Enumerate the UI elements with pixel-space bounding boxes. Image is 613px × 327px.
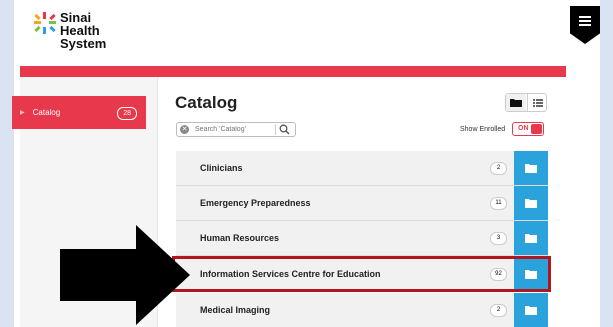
hamburger-icon	[579, 16, 591, 18]
logo-wordmark: Sinai Health System	[60, 11, 106, 50]
search-separator	[275, 124, 276, 135]
open-folder-button[interactable]	[514, 293, 548, 327]
pointer-arrow-icon	[60, 225, 190, 325]
sidebar-item-label: Catalog	[32, 108, 61, 117]
folder-icon	[525, 306, 537, 315]
header-accent-bar	[20, 66, 566, 77]
catalog-row[interactable]: Clinicians 2	[176, 151, 548, 185]
hamburger-icon-line	[579, 20, 591, 22]
toggle-knob	[531, 124, 542, 134]
sidebar-item-count: 28	[117, 107, 137, 120]
folder-icon	[510, 99, 522, 107]
page-title: Catalog	[175, 93, 238, 112]
sinai-health-logo[interactable]: Sinai Health System	[33, 11, 153, 57]
show-enrolled-toggle[interactable]: ON	[512, 122, 544, 136]
caret-right-icon: ▶	[20, 110, 25, 116]
row-title: Emergency Preparedness	[200, 198, 311, 208]
highlight-box	[172, 256, 551, 292]
search-input[interactable]	[195, 124, 271, 135]
open-folder-button[interactable]	[514, 151, 548, 185]
folder-view-button[interactable]	[506, 94, 526, 111]
folder-icon	[525, 199, 537, 208]
list-view-button[interactable]	[527, 94, 548, 111]
row-title: Clinicians	[200, 163, 243, 173]
list-icon	[533, 99, 543, 107]
folder-icon	[525, 234, 537, 243]
magnifier-icon[interactable]	[279, 124, 290, 135]
catalog-row[interactable]: Medical Imaging 2	[176, 293, 548, 327]
logo-mark-icon	[34, 12, 56, 34]
row-count-badge: 2	[490, 304, 507, 317]
row-title: Human Resources	[200, 233, 280, 243]
open-folder-button[interactable]	[514, 221, 548, 255]
row-count-badge: 2	[490, 162, 507, 175]
row-count-badge: 11	[490, 197, 507, 210]
row-count-badge: 3	[490, 232, 507, 245]
show-enrolled-label: Show Enrolled	[460, 126, 506, 133]
catalog-row[interactable]: Emergency Preparedness 11	[176, 186, 548, 220]
logo-line-3: System	[60, 36, 107, 51]
view-toggle	[505, 93, 547, 112]
row-title: Medical Imaging	[200, 305, 271, 315]
menu-button[interactable]	[570, 6, 600, 44]
clear-icon[interactable]: ✕	[180, 125, 189, 134]
sidebar-item-catalog[interactable]: ▶ Catalog 28	[12, 96, 146, 129]
hamburger-icon-line	[579, 24, 591, 26]
folder-icon	[525, 164, 537, 173]
catalog-search: ✕	[176, 122, 296, 137]
catalog-row[interactable]: Human Resources 3	[176, 221, 548, 255]
toggle-state-text: ON	[518, 125, 529, 132]
open-folder-button[interactable]	[514, 186, 548, 220]
